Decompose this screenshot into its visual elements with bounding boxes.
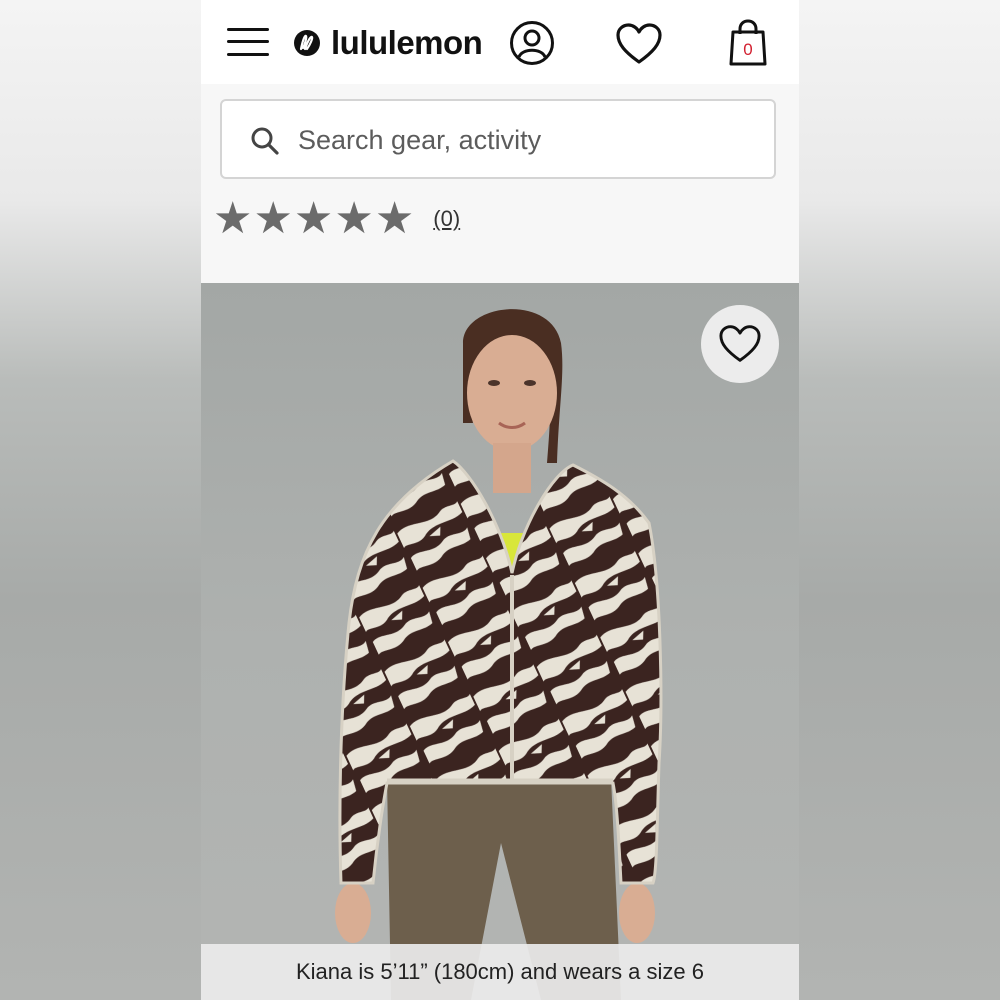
menu-icon[interactable] [227, 26, 269, 58]
product-image[interactable]: Kiana is 5’11” (180cm) and wears a size … [201, 283, 799, 1000]
product-rating: ★ ★ ★ ★ ★ (0) [213, 196, 460, 242]
star-icon: ★ [213, 194, 253, 243]
brand-logo[interactable]: lululemon [293, 24, 483, 62]
star-icon: ★ [293, 194, 334, 243]
search-box[interactable] [220, 99, 776, 179]
account-icon[interactable] [509, 20, 555, 66]
bag-count: 0 [743, 40, 753, 59]
mobile-screen: lululemon 0 ★ ★ ★ ★ ★ (0) [201, 0, 799, 1000]
lululemon-logo-icon [294, 30, 320, 56]
star-icon: ★ [374, 194, 415, 243]
brand-name: lululemon [331, 24, 483, 61]
model-size-caption: Kiana is 5’11” (180cm) and wears a size … [201, 944, 799, 1000]
search-icon [251, 127, 279, 155]
top-nav-bar: lululemon 0 [201, 0, 799, 84]
review-count-link[interactable]: (0) [433, 206, 460, 232]
star-icon: ★ [334, 194, 374, 243]
heart-icon[interactable] [615, 22, 663, 66]
heart-icon [719, 325, 761, 362]
add-to-wishlist-button[interactable] [701, 305, 779, 383]
search-input[interactable] [296, 119, 740, 161]
background-left [0, 0, 200, 1000]
shopping-bag-button[interactable]: 0 [727, 18, 769, 68]
model-photo [335, 309, 663, 1000]
star-icon: ★ [253, 194, 293, 243]
background-right [800, 0, 1000, 1000]
